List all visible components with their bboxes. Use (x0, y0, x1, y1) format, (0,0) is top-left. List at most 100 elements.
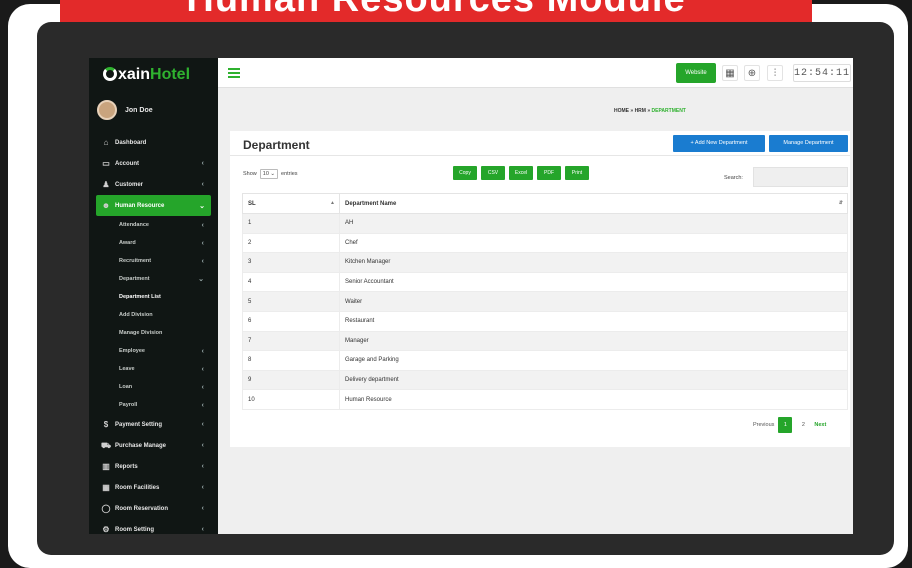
breadcrumb-separator: » (647, 108, 651, 114)
sort-icon: ⇵ (838, 200, 843, 206)
pagination-next[interactable]: Next (814, 422, 826, 428)
search-input[interactable] (753, 167, 848, 187)
search-label: Search: (724, 175, 743, 181)
table-cell-sl: 6 (242, 310, 340, 332)
column-header-sl[interactable]: SL ▲ (242, 193, 340, 214)
table-cell-name: Chef (339, 232, 848, 254)
sidebar-item-payment-setting[interactable]: $ Payment Setting ‹ (89, 414, 218, 435)
user-profile[interactable]: Jon Doe (97, 100, 153, 120)
sliders-icon[interactable]: ⫶ (767, 65, 783, 81)
pagination-page-1[interactable]: 1 (778, 417, 793, 433)
logo-suffix: Hotel (150, 66, 191, 83)
table-cell-name: Delivery department (339, 369, 848, 391)
csv-button[interactable]: CSV (481, 166, 505, 180)
table-row: 6 Restaurant (242, 310, 848, 332)
chevron-down-icon: ⌄ (198, 276, 204, 283)
show-entries: Show 10 ⌄ entries (243, 169, 298, 179)
grid-icon[interactable]: ▦ (722, 65, 738, 81)
sidebar-subitem-employee[interactable]: Employee ‹ (89, 342, 218, 360)
chevron-left-icon: ‹ (201, 463, 204, 470)
sidebar-item-label: Add Division (119, 312, 153, 318)
panel-divider (230, 155, 850, 156)
entries-value: 10 (262, 171, 269, 177)
sidebar-item-dashboard[interactable]: ⌂ Dashboard (89, 132, 218, 153)
pagination-previous[interactable]: Previous (753, 422, 774, 428)
briefcase-icon: ▭ (102, 159, 110, 168)
menu-toggle-icon[interactable] (228, 68, 240, 78)
export-buttons: Copy CSV Excel PDF Print (453, 166, 589, 180)
user-icon: ♟ (102, 180, 110, 189)
sort-asc-icon: ▲ (330, 200, 335, 206)
chevron-left-icon: ‹ (201, 383, 204, 391)
table-row: 3 Kitchen Manager (242, 252, 848, 273)
sidebar-subitem-manage-division[interactable]: Manage Division (89, 324, 218, 342)
sidebar-item-label: Human Resource (115, 202, 165, 209)
chevron-left-icon: ‹ (201, 257, 204, 265)
sidebar-item-label: Award (119, 240, 136, 246)
department-panel: Department + Add New Department Manage D… (230, 131, 850, 447)
print-button[interactable]: Print (565, 166, 589, 180)
home-icon: ⌂ (103, 138, 109, 147)
cart-icon: ⛟ (101, 440, 112, 450)
website-button[interactable]: Website (676, 63, 716, 83)
pdf-button[interactable]: PDF (537, 166, 561, 180)
sidebar-item-label: Manage Division (119, 330, 163, 336)
breadcrumb-current: DEPARTMENT (651, 108, 686, 114)
sidebar-item-label: Payroll (119, 402, 138, 408)
sidebar-subitem-recruitment[interactable]: Recruitment ‹ (89, 252, 218, 270)
bar-chart-icon: ▥ (102, 462, 110, 471)
sidebar-item-label: Employee (119, 348, 145, 354)
sidebar-item-room-reservation[interactable]: ◯ Room Reservation ‹ (89, 498, 218, 519)
sidebar-subitem-department[interactable]: Department ⌄ (89, 270, 218, 288)
chevron-down-icon: ⌄ (199, 202, 205, 210)
pagination-page-2[interactable]: 2 (796, 417, 810, 433)
table-cell-sl: 2 (242, 232, 340, 254)
sidebar-subitem-loan[interactable]: Loan ‹ (89, 378, 218, 396)
pagination: Previous 1 2 Next (753, 417, 826, 433)
sidebar-item-human-resource[interactable]: ☻ Human Resource ⌄ (96, 195, 211, 216)
grid-icon: ▦ (102, 483, 110, 492)
show-label: Show (243, 171, 257, 177)
logo-mark-icon (103, 67, 117, 81)
users-icon: ☻ (101, 201, 111, 210)
logo-prefix: xain (118, 66, 151, 83)
app-screen: xainHotel Jon Doe ⌂ Dashboard ▭ Account ‹ ♟… (89, 58, 853, 534)
table-row: 2 Chef (242, 232, 848, 254)
banner-title: Human Resources Module (60, 0, 812, 21)
add-department-button[interactable]: + Add New Department (673, 135, 765, 152)
excel-button[interactable]: Excel (509, 166, 533, 180)
table-cell-sl: 4 (242, 271, 340, 293)
user-name: Jon Doe (125, 106, 153, 114)
breadcrumb-separator: » (630, 108, 634, 114)
crosshair-icon[interactable]: ⊕ (744, 65, 760, 81)
sidebar-subitem-attendance[interactable]: Attendance ‹ (89, 216, 218, 234)
manage-department-button[interactable]: Manage Department (769, 135, 848, 152)
table-cell-sl: 3 (242, 252, 340, 273)
sidebar-subitem-leave[interactable]: Leave ‹ (89, 360, 218, 378)
column-header-department-name[interactable]: Department Name ⇵ (339, 193, 848, 214)
sidebar-item-label: Dashboard (115, 139, 147, 146)
sidebar-subitem-payroll[interactable]: Payroll ‹ (89, 396, 218, 414)
sidebar-item-room-facilities[interactable]: ▦ Room Facilities ‹ (89, 477, 218, 498)
sidebar-item-room-setting[interactable]: ⚙ Room Setting ‹ (89, 519, 218, 534)
app-logo[interactable]: xainHotel (103, 66, 190, 84)
table-cell-sl: 9 (242, 369, 340, 391)
sidebar-item-purchase-manage[interactable]: ⛟ Purchase Manage ‹ (89, 435, 218, 456)
breadcrumb-hrm[interactable]: HRM (635, 108, 646, 114)
table-cell-name: Restaurant (339, 310, 848, 332)
copy-button[interactable]: Copy (453, 166, 477, 180)
sidebar-item-label: Customer (115, 181, 144, 188)
sidebar-subitem-add-division[interactable]: Add Division (89, 306, 218, 324)
table-cell-name: Senior Accountant (339, 271, 848, 293)
sidebar-item-account[interactable]: ▭ Account ‹ (89, 153, 218, 174)
chevron-left-icon: ‹ (201, 347, 204, 355)
sidebar-item-label: Recruitment (119, 258, 152, 264)
sidebar-subitem-award[interactable]: Award ‹ (89, 234, 218, 252)
entries-select[interactable]: 10 ⌄ (259, 169, 279, 179)
sidebar-subitem-department-list[interactable]: Department List (89, 288, 218, 306)
sidebar-item-customer[interactable]: ♟ Customer ‹ (89, 174, 218, 195)
breadcrumb: HOME » HRM » DEPARTMENT (614, 108, 686, 114)
sidebar-item-reports[interactable]: ▥ Reports ‹ (89, 456, 218, 477)
breadcrumb-home[interactable]: HOME (614, 108, 629, 114)
table-cell-sl: 10 (242, 389, 340, 410)
